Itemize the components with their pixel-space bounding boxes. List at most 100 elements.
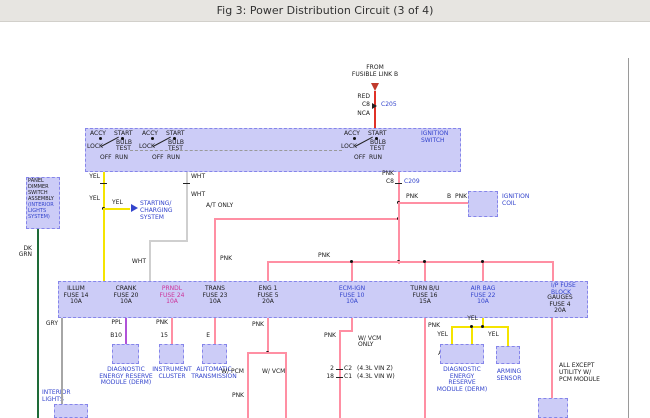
wht-wire (149, 240, 188, 242)
connector-tick (336, 377, 343, 378)
instrument-cluster-box (159, 344, 184, 364)
switch-pos-run: RUN (115, 155, 128, 162)
fuse-amp[interactable]: 10A (459, 299, 507, 306)
yel-wire (451, 326, 509, 328)
at-only-note: A/T ONLY (206, 203, 233, 210)
splice-dot (481, 325, 484, 328)
from-fusible-link-label: FUSIBLE LINK B (337, 72, 413, 79)
fuse-amp: 20A (536, 308, 584, 315)
ignition-switch-label[interactable]: SWITCH (421, 138, 445, 145)
splice-dot (423, 260, 426, 263)
interior-lights-system-link[interactable]: SYSTEM) (28, 215, 50, 221)
derm-box (440, 344, 484, 364)
switch-pos-run: RUN (369, 155, 382, 162)
derm-link[interactable]: DIAGNOSTIC ENERGY RESERVE MODULE (DERM) (430, 367, 494, 394)
title-bar: Fig 3: Power Distribution Circuit (3 of … (0, 0, 650, 22)
fuse-amp[interactable]: 10A (328, 299, 376, 306)
switch-pos-off: OFF (152, 155, 164, 162)
switch-pos-bulb-test: TEST (370, 146, 385, 153)
derm-box (112, 344, 139, 364)
fuse-amp[interactable]: 10A (148, 299, 196, 306)
component-label[interactable]: MODULE (DERM) (94, 380, 158, 387)
pnk-wire (339, 330, 353, 332)
pnk-wire (214, 218, 400, 220)
switch-pos-accy: ACCY (90, 131, 106, 138)
switch-terminal-dot (173, 137, 176, 140)
pnk-wire (398, 202, 468, 204)
pin-label: E (186, 333, 210, 340)
ppl-wire (125, 318, 127, 344)
fuse-amp: 10A (191, 299, 239, 306)
wire-color-label: PNK (220, 256, 232, 263)
wire-color-label: YEL (74, 174, 100, 181)
switch-terminal-dot (375, 137, 378, 140)
fuse-gauges: GAUGES FUSE 4 20A (536, 295, 584, 315)
offpage-component-box (538, 398, 568, 418)
fuse-illum: ILLUM FUSE 14 10A (52, 286, 100, 306)
vin-w-note: (4.3L VIN W) (357, 374, 395, 381)
pin-label: B10 (96, 333, 122, 340)
pnk-wire (552, 261, 554, 282)
switch-pos-off: OFF (100, 155, 112, 162)
diagram-viewer: Fig 3: Power Distribution Circuit (3 of … (0, 0, 650, 418)
auto-trans-box (202, 344, 227, 364)
switch-pos-accy: ACCY (142, 131, 158, 138)
wire-color-label: PNK (220, 393, 244, 400)
fuse-ecm-ign[interactable]: ECM-IGN FUSE 10 10A (328, 286, 376, 306)
fuse-trans: TRANS FUSE 23 10A (191, 286, 239, 306)
switch-linkage-dashed-line (130, 150, 342, 151)
pnk-wire (339, 330, 341, 418)
wire-color-label: WHT (120, 259, 146, 266)
splice-dot (470, 325, 473, 328)
yel-wire (471, 326, 473, 344)
w-vcm-only-note: ONLY (358, 342, 373, 349)
pnk-wire (267, 261, 269, 282)
wire-color-label: YEL (424, 332, 448, 339)
fuse-amp: 10A (102, 299, 150, 306)
switch-terminal-dot (151, 137, 154, 140)
feed-arrow-icon (371, 83, 379, 91)
pnk-wire (267, 261, 554, 263)
pnk-wire (247, 352, 287, 354)
pnk-wire (424, 261, 426, 282)
wire-color-label: RED (342, 94, 370, 101)
wire-color-label: PPL (98, 320, 122, 327)
wire-color-label: PNK (312, 333, 336, 340)
switch-pos-accy: ACCY (344, 131, 360, 138)
starting-charging-link[interactable]: SYSTEM (140, 215, 164, 222)
connector-arrow-icon (372, 103, 377, 109)
wire-color-label: YEL (74, 196, 100, 203)
offpage-arrow-icon (131, 204, 138, 212)
arming-sensor-link[interactable]: ARMING SENSOR (488, 369, 530, 382)
fuse-amp: 10A (52, 299, 100, 306)
fuse-amp: 15A (401, 299, 449, 306)
connector-link-c209[interactable]: C209 (404, 179, 420, 186)
fuse-air-bag[interactable]: AIR BAG FUSE 22 10A (459, 286, 507, 306)
offpage-component-box (54, 404, 88, 418)
component-label[interactable]: MODULE (DERM) (430, 387, 494, 394)
pnk-wire (285, 352, 287, 418)
splice-dot (350, 260, 353, 263)
pin-label: C8 (342, 102, 370, 109)
vin-z-note: (4.3L VIN Z) (357, 366, 393, 373)
all-except-note: PCM MODULE (559, 377, 600, 384)
pnk-wire (267, 318, 269, 354)
splice-dot (481, 260, 484, 263)
connector-link-c205[interactable]: C205 (381, 102, 397, 109)
pnk-wire (214, 318, 216, 344)
fuse-prndl[interactable]: PRNDL FUSE 24 10A (148, 286, 196, 306)
pnk-wire (214, 218, 216, 283)
red-wire (374, 91, 376, 128)
connector-label: C1 (344, 374, 352, 381)
nca-label: NCA (342, 111, 370, 118)
switch-terminal-dot (121, 137, 124, 140)
yel-wire (451, 326, 453, 344)
yel-wire (103, 172, 105, 282)
fuse-eng1: ENG 1 FUSE 5 20A (244, 286, 292, 306)
arming-sensor-box (496, 346, 520, 364)
ignition-coil-link[interactable]: COIL (502, 201, 516, 208)
pin-label: B (447, 194, 451, 201)
component-label[interactable]: SENSOR (488, 376, 530, 383)
wire-color-label: PNK (428, 323, 440, 330)
connector-tick (336, 369, 343, 370)
